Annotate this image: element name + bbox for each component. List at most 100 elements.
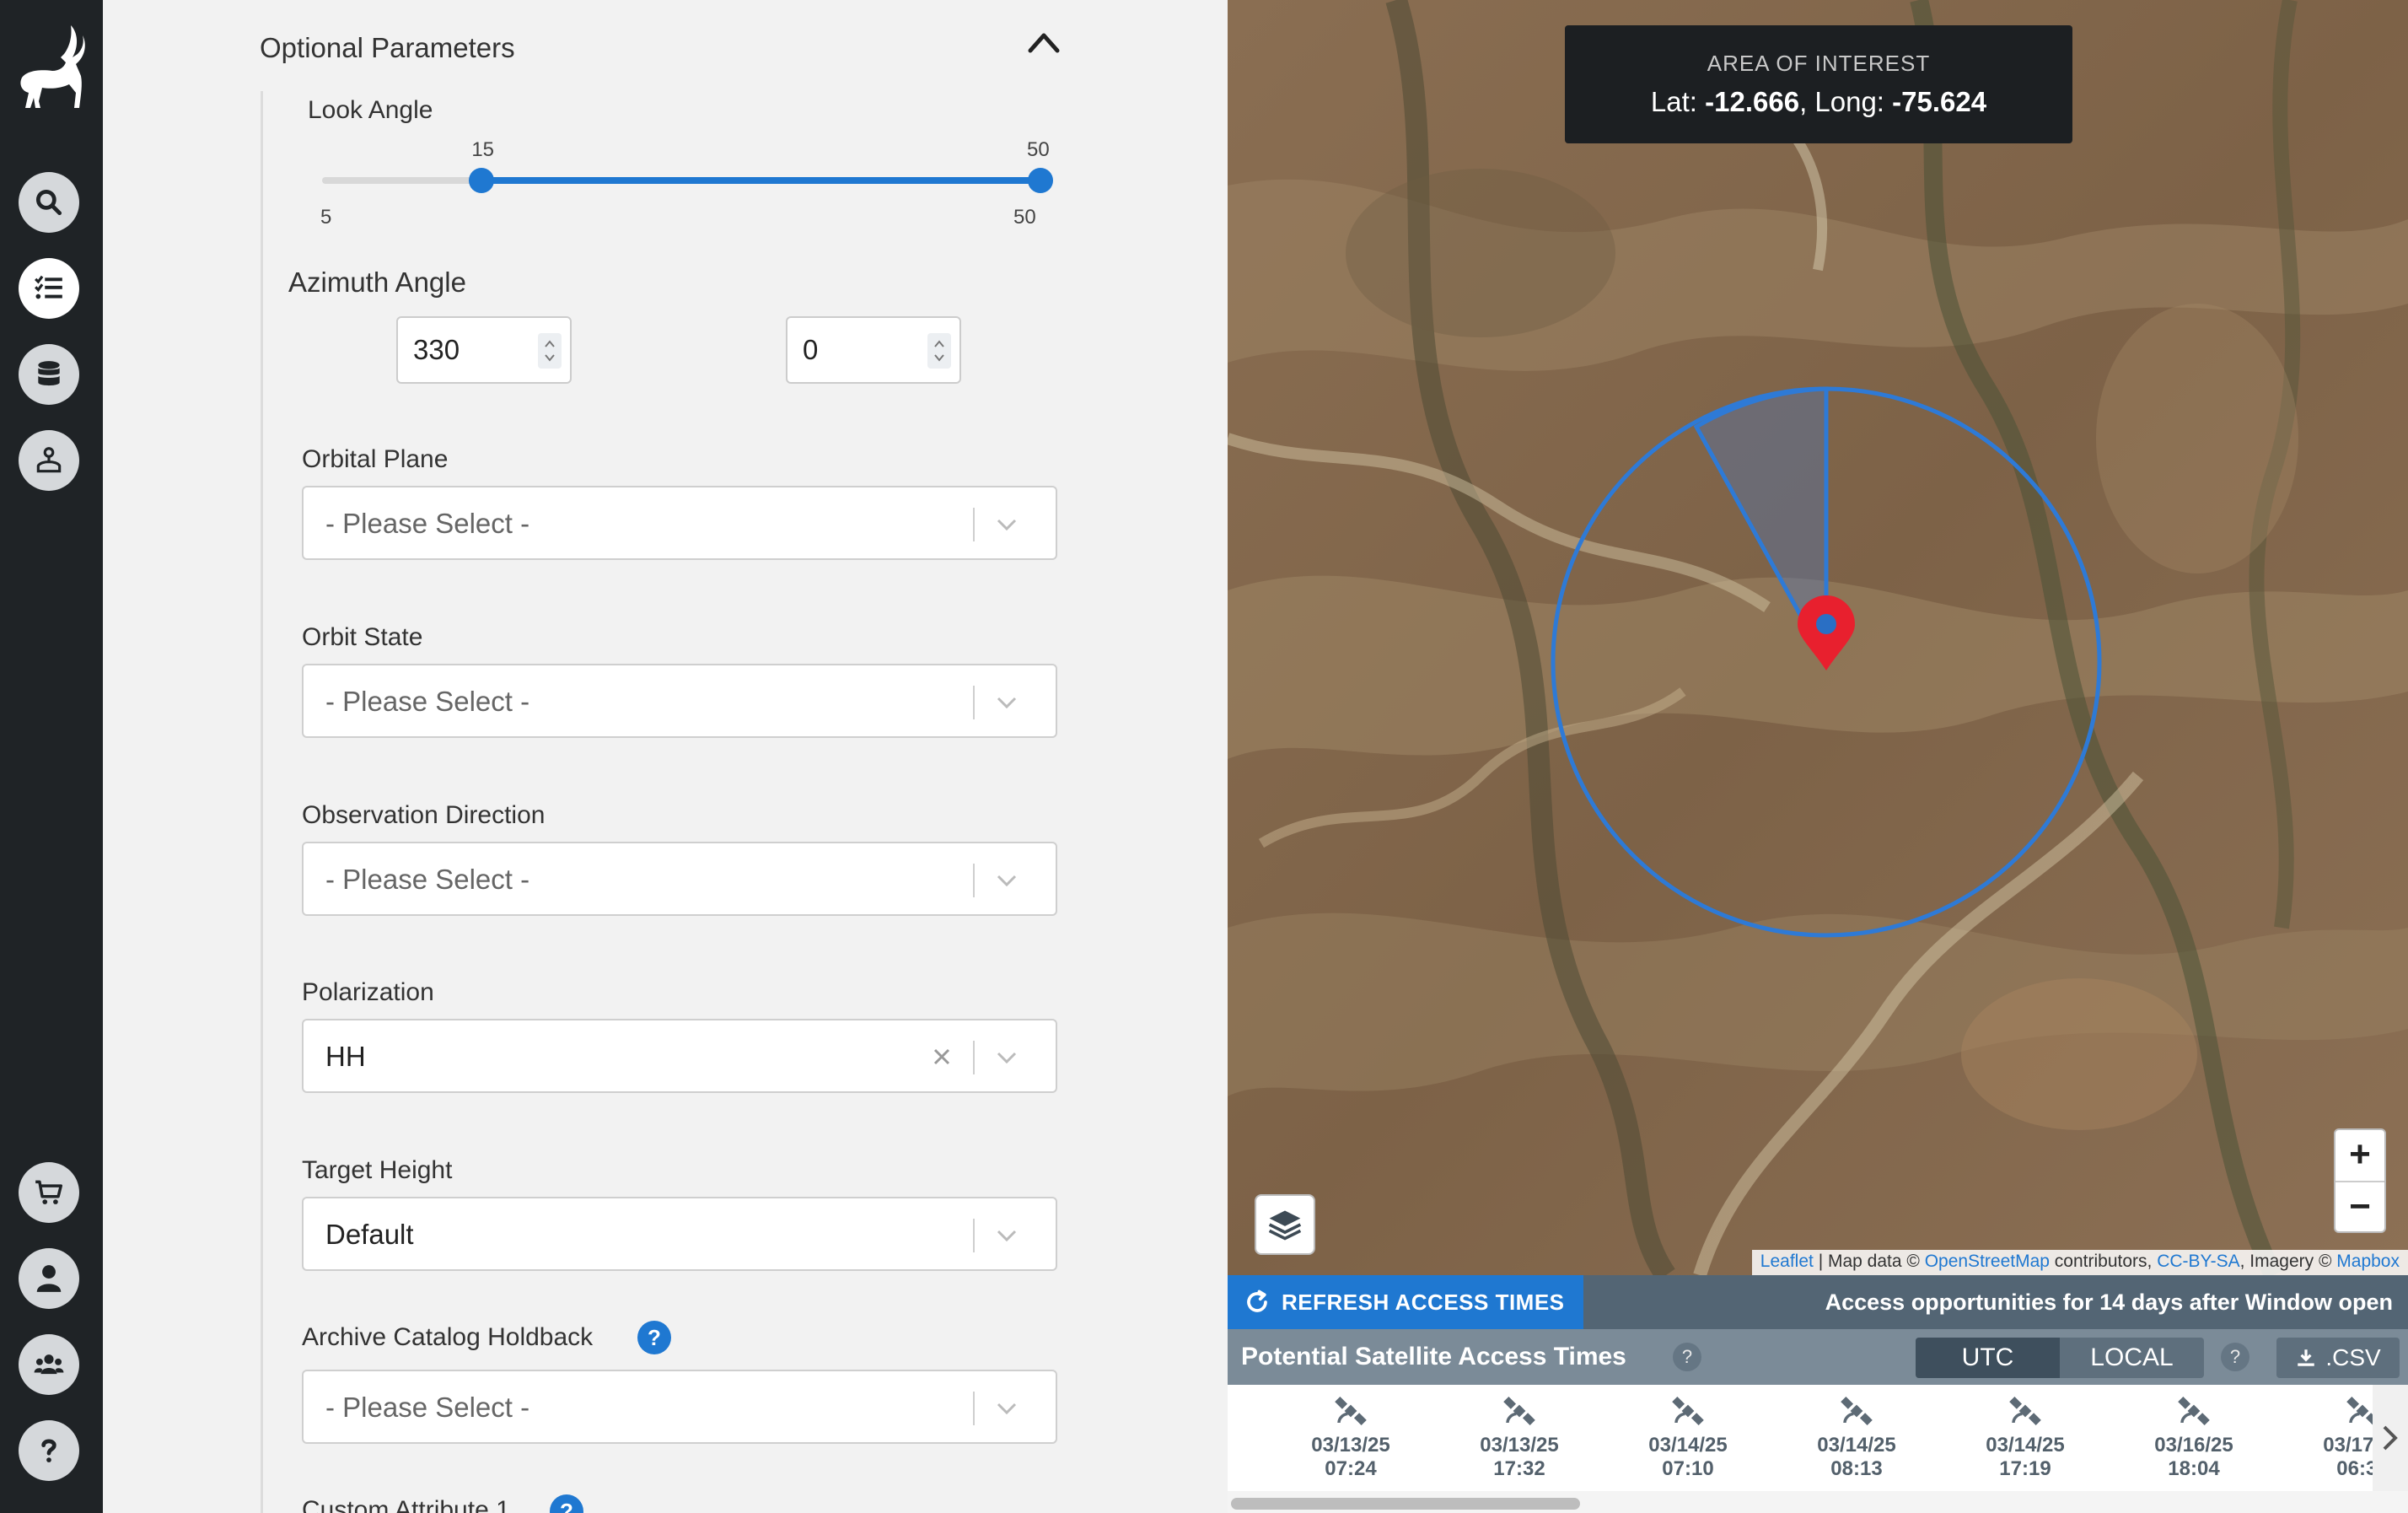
zoom-in-button[interactable]: + — [2335, 1130, 2384, 1181]
access-time: 07:24 — [1325, 1457, 1377, 1480]
observation-direction-label: Observation Direction — [302, 801, 546, 829]
access-time: 08:13 — [1830, 1457, 1883, 1480]
team-nav-button[interactable] — [19, 1334, 79, 1395]
access-time-item[interactable]: 03/14/25 17:19 — [1958, 1393, 2093, 1486]
database-nav-button[interactable] — [19, 344, 79, 405]
select-separator — [973, 864, 975, 897]
custom-attribute-help-icon[interactable]: ? — [550, 1494, 583, 1513]
layers-icon — [1268, 1210, 1302, 1241]
chevron-down-icon[interactable] — [995, 1049, 1019, 1066]
profile-nav-button[interactable] — [19, 1248, 79, 1309]
target-height-label: Target Height — [302, 1156, 453, 1184]
access-time: 18:04 — [2168, 1457, 2220, 1480]
select-separator — [973, 508, 975, 541]
search-nav-button[interactable] — [19, 172, 79, 233]
target-height-value: Default — [325, 1219, 414, 1250]
chevron-down-icon[interactable] — [995, 872, 1019, 889]
aoi-coordinates: Lat: -12.666, Long: -75.624 — [1565, 86, 2072, 118]
look-angle-low-handle[interactable] — [469, 168, 495, 193]
access-time-item[interactable]: 03/14/25 08:13 — [1789, 1393, 1924, 1486]
cart-icon — [35, 1180, 62, 1204]
user-icon — [36, 1265, 62, 1292]
access-time-item[interactable]: 03/16/25 18:04 — [2126, 1393, 2261, 1486]
map-attribution: Leaflet | Map data © OpenStreetMap contr… — [1751, 1250, 2408, 1275]
download-csv-button[interactable]: .CSV — [2276, 1338, 2400, 1378]
mapbox-link[interactable]: Mapbox — [2336, 1252, 2400, 1271]
orbital-plane-select[interactable]: - Please Select - — [302, 486, 1057, 560]
archive-catalog-holdback-label: Archive Catalog Holdback — [302, 1323, 594, 1351]
target-height-select[interactable]: Default — [302, 1197, 1057, 1271]
chevron-right-icon — [2383, 1425, 2398, 1451]
archive-holdback-help-icon[interactable]: ? — [637, 1321, 671, 1354]
access-time-item[interactable]: 03/14/25 07:10 — [1621, 1393, 1755, 1486]
satellite-imagery — [1228, 0, 2408, 1275]
azimuth-from-stepper[interactable] — [396, 316, 572, 384]
osm-link[interactable]: OpenStreetMap — [1925, 1252, 2050, 1271]
question-icon — [41, 1439, 56, 1462]
clear-x-icon[interactable] — [931, 1046, 953, 1068]
stepper-arrows-icon[interactable] — [927, 333, 951, 369]
local-toggle-option[interactable]: LOCAL — [2060, 1338, 2204, 1378]
map-view[interactable]: AREA OF INTEREST Lat: -12.666, Long: -75… — [1228, 0, 2408, 1275]
chevron-down-icon[interactable] — [995, 1227, 1019, 1244]
section-divider — [261, 91, 263, 1513]
orbital-plane-value: - Please Select - — [325, 508, 530, 539]
timezone-help-icon[interactable]: ? — [2221, 1343, 2249, 1371]
azimuth-from-input[interactable] — [413, 330, 531, 370]
access-time: 07:10 — [1662, 1457, 1714, 1480]
access-time-item[interactable]: 03/13/25 17:32 — [1452, 1393, 1587, 1486]
archive-catalog-holdback-value: - Please Select - — [325, 1392, 530, 1423]
leaflet-link[interactable]: Leaflet — [1760, 1252, 1814, 1271]
refresh-access-times-button[interactable]: REFRESH ACCESS TIMES — [1228, 1275, 1583, 1329]
polarization-label: Polarization — [302, 978, 434, 1006]
archive-catalog-holdback-select[interactable]: - Please Select - — [302, 1370, 1057, 1444]
access-toolbar: REFRESH ACCESS TIMES Access opportunitie… — [1228, 1275, 2408, 1329]
select-separator — [973, 1219, 975, 1252]
access-window-note: Access opportunities for 14 days after W… — [1825, 1290, 2393, 1315]
look-angle-max-label: 50 — [1013, 206, 1036, 229]
csv-label: .CSV — [2325, 1344, 2381, 1370]
chevron-down-icon[interactable] — [995, 694, 1019, 711]
zoom-out-button[interactable]: − — [2335, 1182, 2384, 1233]
select-separator — [973, 686, 975, 719]
azimuth-to-input[interactable] — [803, 330, 921, 370]
tasking-form-panel: Optional Parameters Look Angle 15 50 5 5… — [103, 0, 1228, 1513]
satellite-dish-nav-button[interactable] — [19, 430, 79, 491]
satellite-icon — [1335, 1396, 1367, 1426]
access-time: 17:19 — [1999, 1457, 2051, 1480]
look-angle-high-value: 50 — [1027, 138, 1050, 161]
attribution-text: , Imagery © — [2239, 1252, 2337, 1271]
layers-button[interactable] — [1255, 1194, 1315, 1255]
next-times-button[interactable] — [2373, 1385, 2408, 1491]
chevron-up-icon[interactable] — [1024, 25, 1064, 59]
zoom-control: + − — [2334, 1128, 2386, 1233]
chevron-down-icon[interactable] — [995, 516, 1019, 533]
utc-toggle-option[interactable]: UTC — [1916, 1338, 2060, 1378]
license-link[interactable]: CC-BY-SA — [2157, 1252, 2239, 1271]
azimuth-to-stepper[interactable] — [786, 316, 961, 384]
access-times-scrollbar[interactable] — [1228, 1491, 2408, 1513]
users-group-icon — [34, 1354, 64, 1375]
scrollbar-thumb[interactable] — [1231, 1498, 1580, 1510]
polarization-select[interactable]: HH — [302, 1019, 1057, 1093]
tasking-list-nav-button[interactable] — [19, 258, 79, 319]
help-nav-button[interactable] — [19, 1420, 79, 1481]
access-date: 03/16/25 — [2154, 1434, 2233, 1456]
checklist-icon — [35, 275, 62, 299]
access-date: 03/14/25 — [1648, 1434, 1728, 1456]
observation-direction-select[interactable]: - Please Select - — [302, 842, 1057, 916]
optional-parameters-title: Optional Parameters — [260, 32, 515, 63]
aoi-title: AREA OF INTEREST — [1707, 51, 1931, 76]
satellite-icon — [2178, 1396, 2210, 1426]
chevron-down-icon[interactable] — [995, 1400, 1019, 1417]
cart-nav-button[interactable] — [19, 1162, 79, 1223]
ibex-logo-icon[interactable] — [12, 20, 89, 121]
look-angle-high-handle[interactable] — [1028, 168, 1053, 193]
access-times-help-icon[interactable]: ? — [1673, 1343, 1701, 1371]
look-angle-slider[interactable] — [322, 168, 1053, 193]
left-nav-rail — [0, 0, 103, 1513]
orbit-state-select[interactable]: - Please Select - — [302, 664, 1057, 738]
stepper-arrows-icon[interactable] — [538, 333, 562, 369]
access-time-item[interactable]: 03/13/25 07:24 — [1283, 1393, 1418, 1486]
access-date: 03/14/25 — [1817, 1434, 1896, 1456]
